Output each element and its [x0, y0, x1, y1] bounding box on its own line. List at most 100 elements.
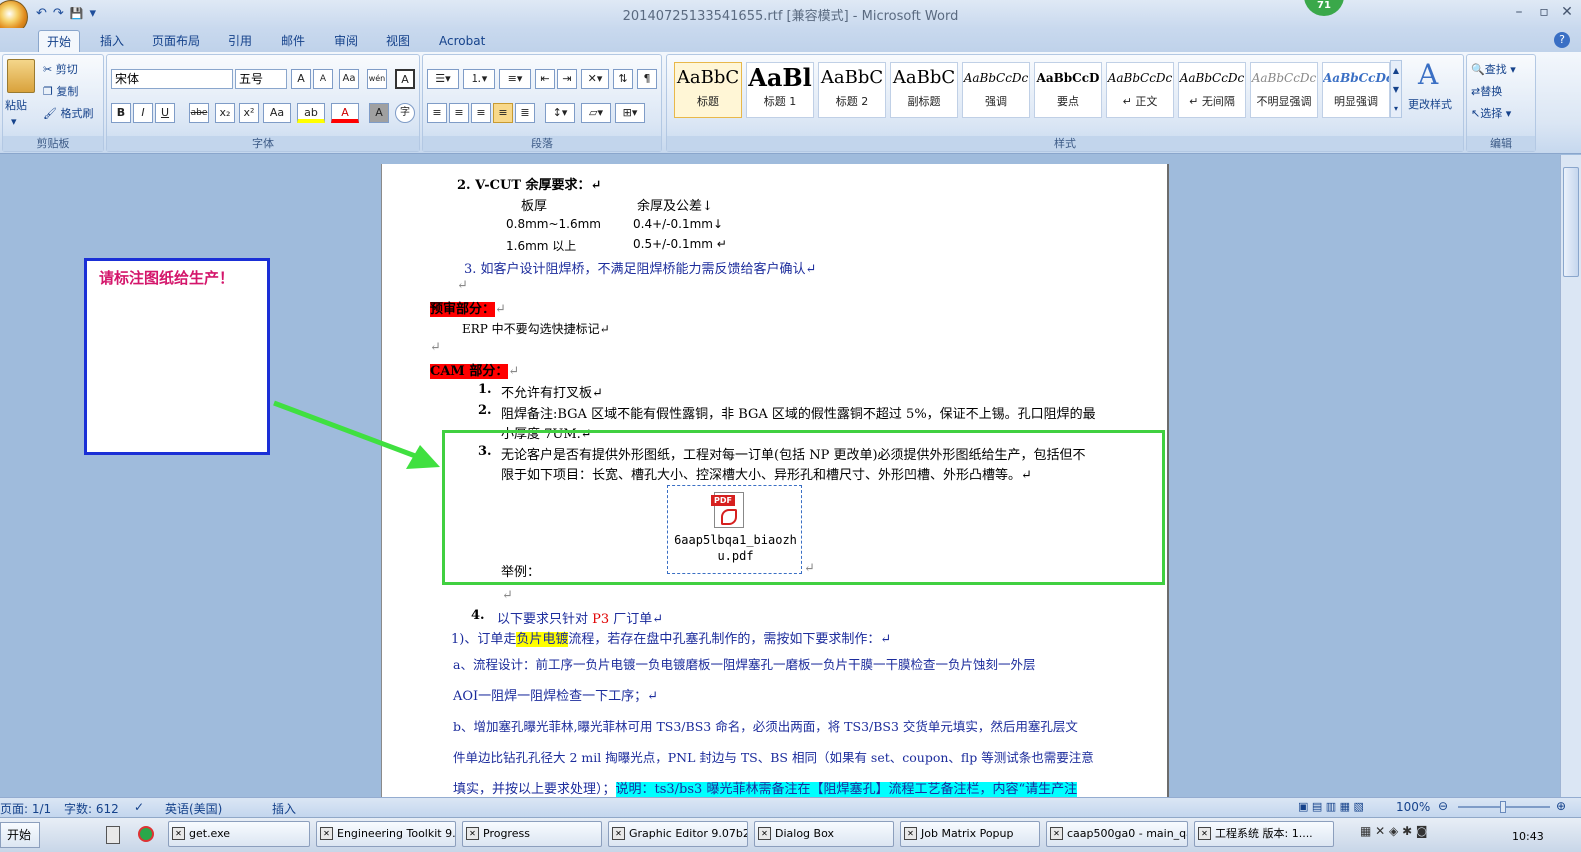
subscript-icon[interactable]: x₂	[215, 103, 235, 123]
style-item[interactable]: AaBbC 副标题	[890, 62, 958, 118]
pinyin-icon[interactable]: wén	[367, 69, 387, 89]
find-button[interactable]: 🔍查找 ▾	[1471, 61, 1516, 77]
style-item[interactable]: AaBbC 标题	[674, 62, 742, 118]
grow-font-icon[interactable]: A	[291, 69, 311, 89]
format-painter-button[interactable]: 🖌 格式刷	[43, 105, 93, 121]
decrease-indent-icon[interactable]: ⇤	[535, 69, 555, 89]
paste-dropdown-icon[interactable]: ▾	[11, 115, 17, 128]
list-number: 2.	[478, 403, 492, 418]
align-left-icon[interactable]: ≡	[427, 103, 447, 123]
help-icon[interactable]: ?	[1554, 32, 1570, 48]
quicklaunch-icon[interactable]	[138, 826, 154, 842]
cut-button[interactable]: ✂ 剪切	[43, 61, 78, 77]
char-shading-icon[interactable]: A	[369, 103, 389, 123]
style-item[interactable]: AaBl 标题 1	[746, 62, 814, 118]
styles-scroll[interactable]: ▲ ▼ ▾	[1390, 60, 1402, 118]
quicklaunch-icon[interactable]	[106, 826, 120, 844]
borders-icon[interactable]: ⊞▾	[615, 103, 645, 123]
style-name: 标题 1	[763, 95, 797, 108]
style-item[interactable]: AaBbC 标题 2	[818, 62, 886, 118]
taskbar-task[interactable]: ✕ caap500ga0 - main_qa	[1046, 821, 1188, 847]
bullets-icon[interactable]: ☰▾	[427, 69, 459, 89]
insert-mode[interactable]: 插入	[272, 800, 296, 817]
distribute-icon[interactable]: ≣	[515, 103, 535, 123]
tab-review[interactable]: 审阅	[326, 30, 366, 52]
taskbar-task[interactable]: ✕ get.exe	[168, 821, 310, 847]
clear-format-icon[interactable]: Aa	[339, 69, 359, 89]
multilevel-list-icon[interactable]: ≡▾	[499, 69, 531, 89]
replace-button[interactable]: ⇄替换	[1471, 83, 1502, 99]
taskbar-task[interactable]: ✕ Progress	[462, 821, 602, 847]
taskbar-task[interactable]: ✕ Dialog Box	[754, 821, 894, 847]
paste-button[interactable]: 粘贴	[5, 97, 27, 113]
justify-icon[interactable]: ≡	[493, 103, 513, 123]
taskbar-task[interactable]: ✕ Graphic Editor 9.07b2 ...	[608, 821, 748, 847]
undo-icon[interactable]: ↶	[36, 6, 47, 21]
zoom-slider-thumb[interactable]	[1500, 801, 1506, 813]
style-item[interactable]: AaBbCcDc 强调	[962, 62, 1030, 118]
font-size-combo[interactable]: 五号	[235, 69, 287, 89]
word-count[interactable]: 字数: 612	[64, 800, 119, 817]
redo-icon[interactable]: ↷	[53, 6, 64, 21]
zoom-level[interactable]: 100%	[1396, 800, 1430, 814]
zoom-in-icon[interactable]: ⊕	[1556, 799, 1566, 813]
scroll-thumb[interactable]	[1563, 167, 1579, 277]
taskbar-task[interactable]: ✕ Engineering Toolkit 9....	[316, 821, 456, 847]
tab-mailings[interactable]: 邮件	[273, 30, 313, 52]
close-icon[interactable]: ✕	[1556, 3, 1578, 21]
tray-icons[interactable]: ▦ ✕ ◈ ✱ ◙	[1360, 824, 1428, 838]
show-marks-icon[interactable]: ¶	[637, 69, 657, 89]
change-styles-icon[interactable]: A	[1418, 58, 1438, 91]
change-styles-button[interactable]: 更改样式	[1408, 96, 1452, 112]
align-right-icon[interactable]: ≡	[471, 103, 491, 123]
style-item[interactable]: AaBbCcDc 不明显强调	[1250, 62, 1318, 118]
line-spacing-icon[interactable]: ↕▾	[545, 103, 575, 123]
copy-button[interactable]: ❐ 复制	[43, 83, 78, 99]
vertical-scrollbar[interactable]	[1560, 155, 1581, 797]
chinese-layout-icon[interactable]: ✕▾	[581, 69, 609, 89]
font-name-combo[interactable]: 宋体	[111, 69, 233, 89]
enclose-char-icon[interactable]: 字	[395, 103, 415, 123]
start-button[interactable]: 开始	[0, 822, 40, 848]
tab-insert[interactable]: 插入	[92, 30, 132, 52]
font-color-icon[interactable]: A	[331, 103, 359, 123]
taskbar-task[interactable]: ✕ Job Matrix Popup	[900, 821, 1040, 847]
taskbar-task[interactable]: ✕ 工程系统 版本: 1....	[1194, 821, 1334, 847]
zoom-out-icon[interactable]: ⊖	[1438, 799, 1448, 813]
shrink-font-icon[interactable]: A	[313, 69, 333, 89]
spellcheck-icon[interactable]: ✓	[134, 800, 144, 814]
save-icon[interactable]: 💾	[70, 7, 84, 20]
align-center-icon[interactable]: ≡	[449, 103, 469, 123]
superscript-icon[interactable]: x²	[239, 103, 259, 123]
underline-icon[interactable]: U	[155, 103, 175, 123]
sort-icon[interactable]: ⇅	[613, 69, 633, 89]
tab-home[interactable]: 开始	[38, 30, 81, 52]
qat-more-icon[interactable]: ▾	[90, 6, 97, 21]
style-item[interactable]: AaBbCcDc ↵ 正文	[1106, 62, 1174, 118]
increase-indent-icon[interactable]: ⇥	[557, 69, 577, 89]
shading-icon[interactable]: ▱▾	[581, 103, 611, 123]
highlight-icon[interactable]: ab	[297, 103, 325, 123]
maximize-icon[interactable]: ▫	[1533, 3, 1555, 21]
tab-page-layout[interactable]: 页面布局	[144, 30, 208, 52]
change-case-icon[interactable]: Aa	[263, 103, 291, 123]
paste-icon[interactable]	[7, 59, 35, 93]
tab-acrobat[interactable]: Acrobat	[431, 30, 493, 52]
select-button[interactable]: ↖选择 ▾	[1471, 105, 1511, 121]
language[interactable]: 英语(美国)	[165, 800, 222, 817]
minimize-icon[interactable]: –	[1508, 3, 1530, 21]
annotation-note[interactable]: 请标注图纸给生产！	[84, 258, 270, 455]
style-item[interactable]: AaBbCcDc 明显强调	[1322, 62, 1390, 118]
numbering-icon[interactable]: ⒈▾	[463, 69, 495, 89]
find-icon: 🔍	[1471, 63, 1485, 76]
style-item[interactable]: AaBbCcD 要点	[1034, 62, 1102, 118]
style-item[interactable]: AaBbCcDc ↵ 无间隔	[1178, 62, 1246, 118]
tab-references[interactable]: 引用	[220, 30, 260, 52]
italic-icon[interactable]: I	[133, 103, 153, 123]
char-border-icon[interactable]: A	[395, 69, 415, 89]
tab-view[interactable]: 视图	[378, 30, 418, 52]
strikethrough-icon[interactable]: abe	[189, 103, 209, 123]
bold-icon[interactable]: B	[111, 103, 131, 123]
page-count[interactable]: 页面: 1/1	[0, 800, 51, 817]
view-buttons-icon[interactable]: ▣ ▤ ▥ ▦ ▧	[1298, 800, 1364, 813]
